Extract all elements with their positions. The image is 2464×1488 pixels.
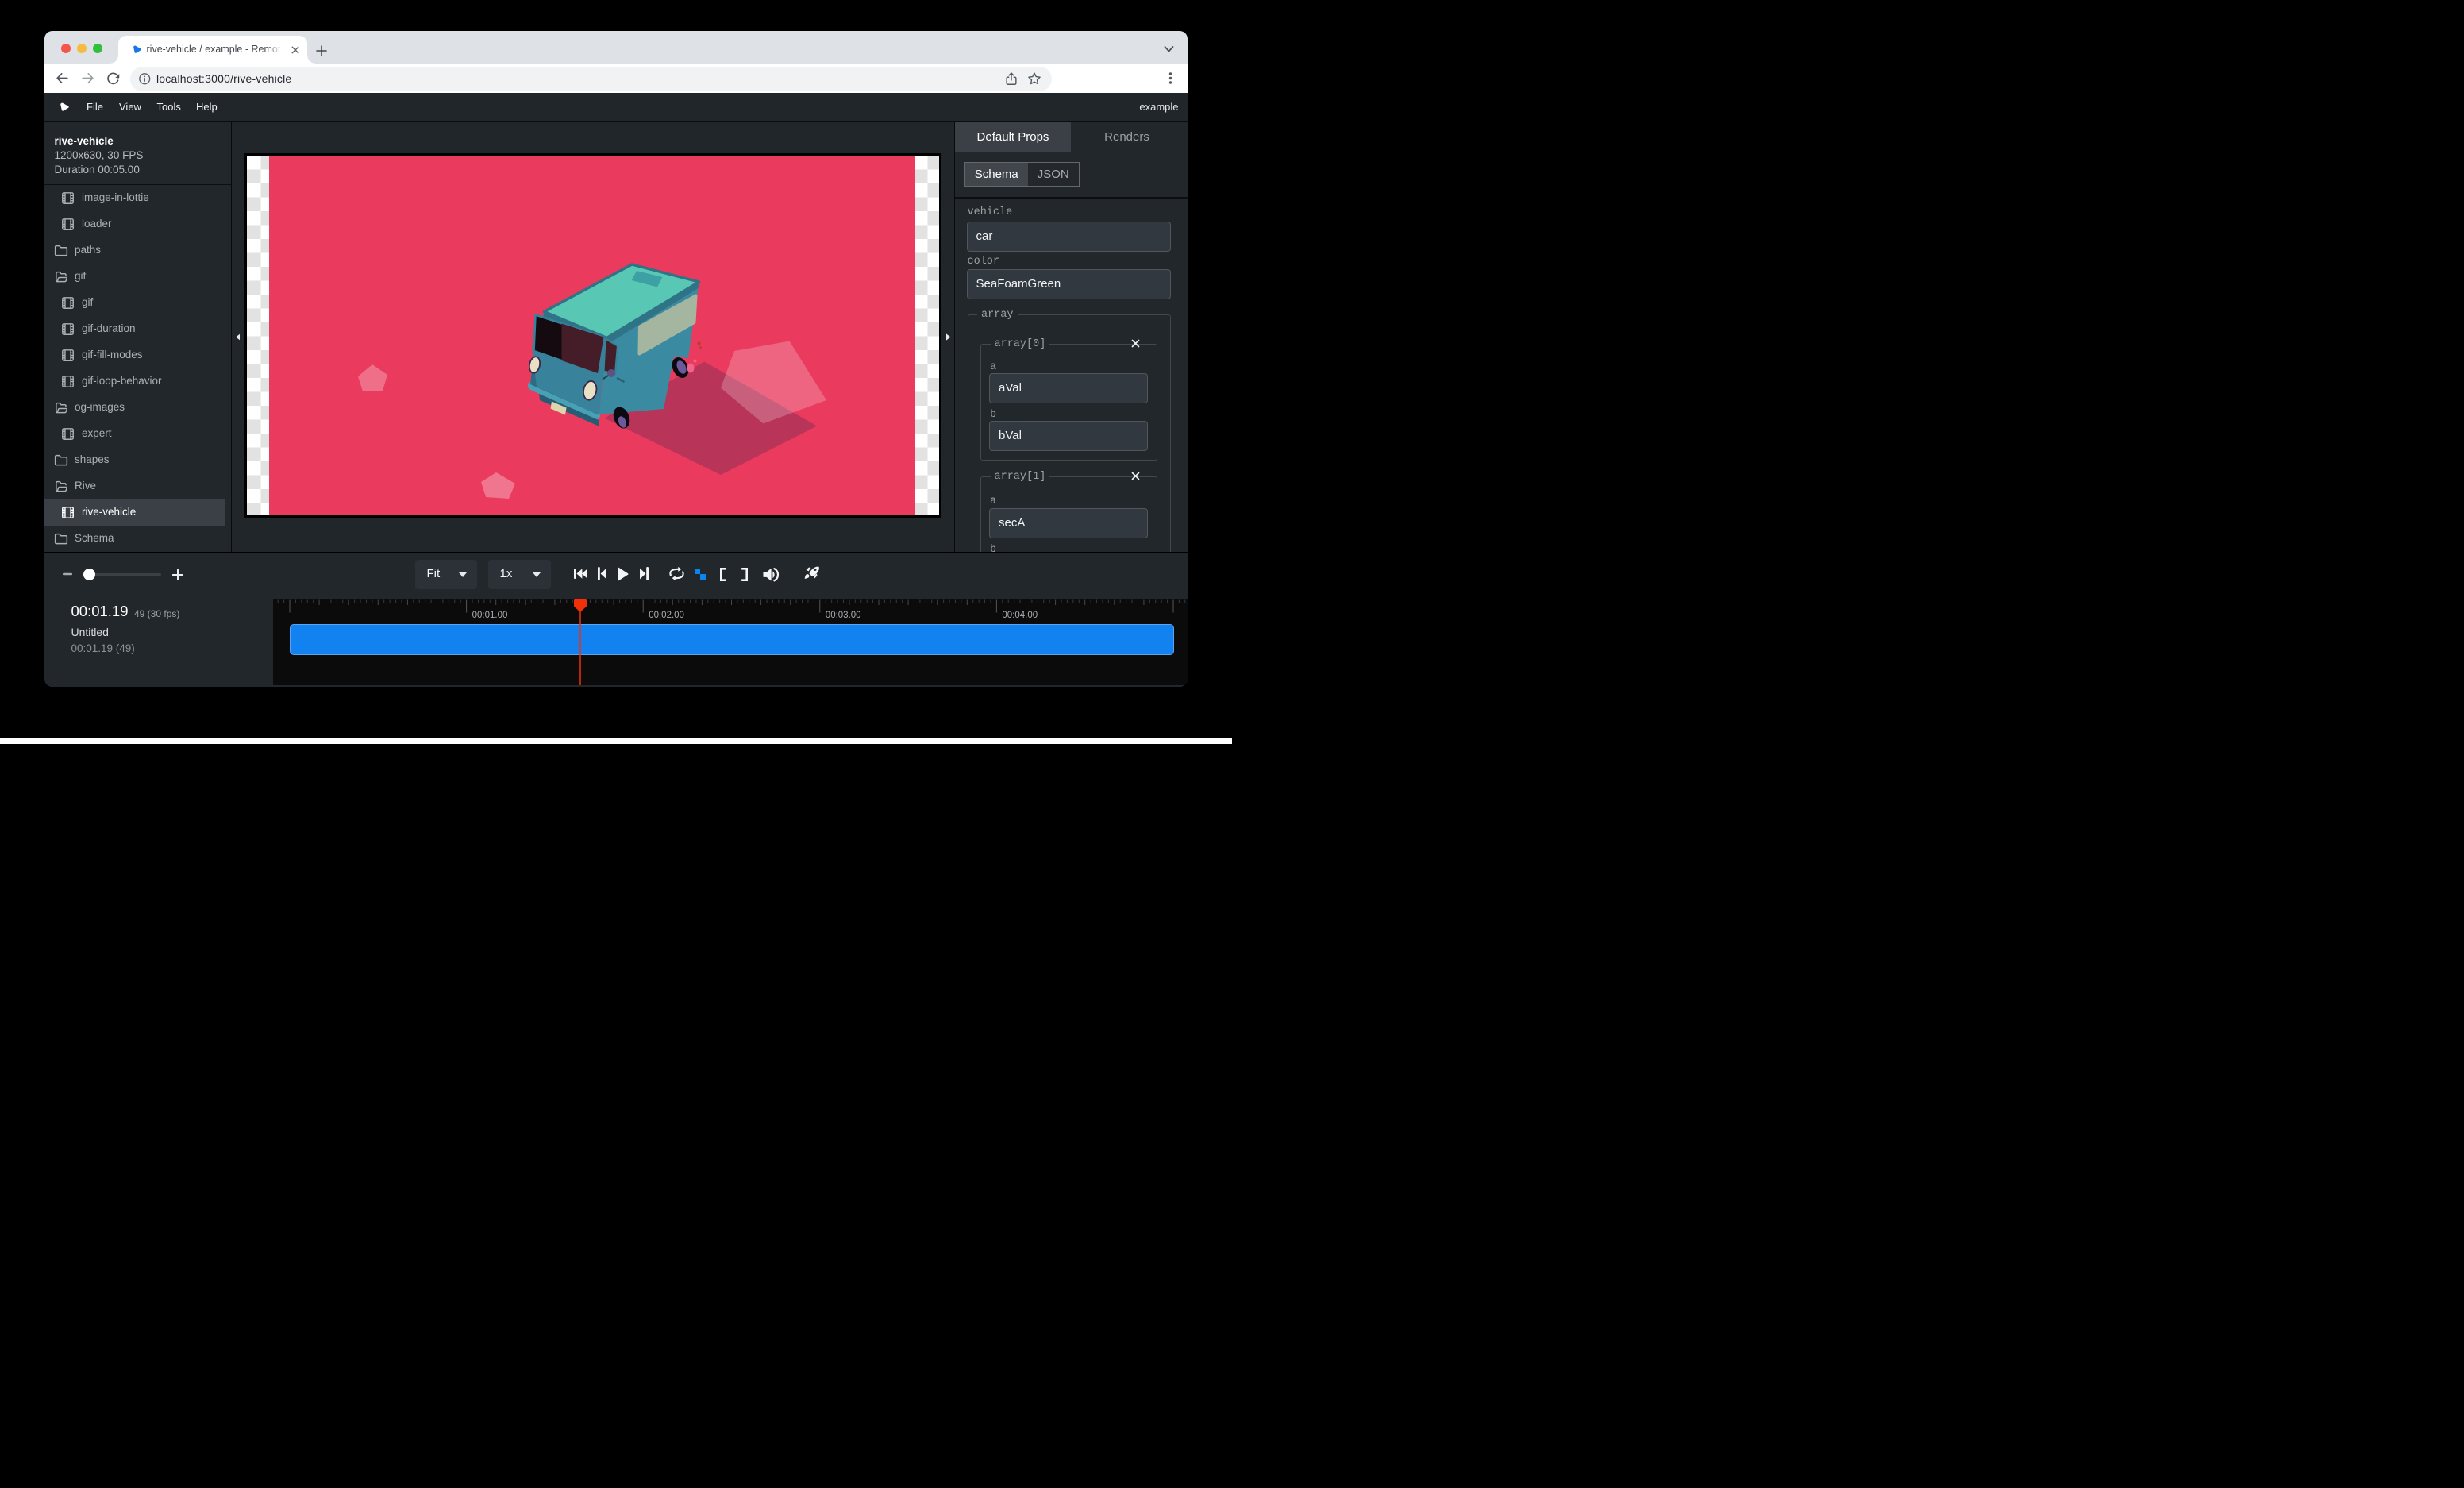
svg-text:00:03.00: 00:03.00	[826, 611, 861, 620]
svg-text:00:01.00: 00:01.00	[472, 611, 508, 620]
svg-text:00:02.00: 00:02.00	[649, 611, 684, 620]
svg-text:00:04.00: 00:04.00	[1002, 611, 1038, 620]
